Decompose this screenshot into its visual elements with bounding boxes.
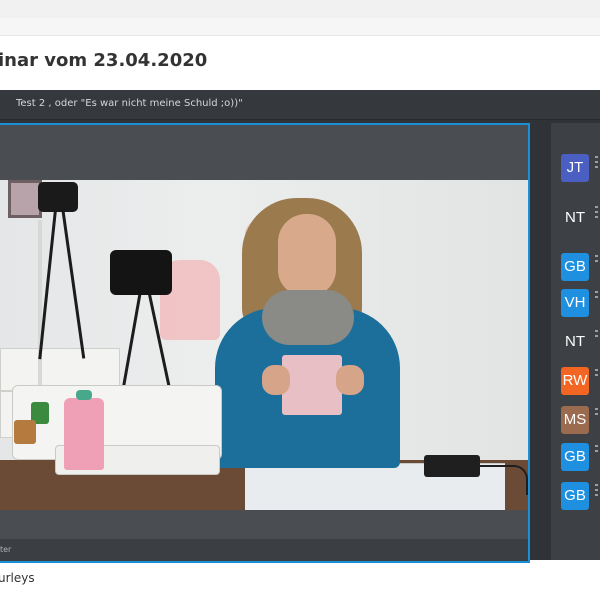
scene-presenter-face — [278, 214, 336, 296]
participant-details — [595, 408, 599, 426]
participant-list: JT NT GB VH NT RW MS GB GB — [551, 123, 600, 560]
participant-details — [595, 445, 599, 463]
participant-details — [595, 369, 599, 387]
participant-details — [595, 255, 599, 273]
participant-avatar[interactable]: GB — [561, 443, 589, 471]
page: inar vom 23.04.2020 Test 2 , oder "Es wa… — [0, 0, 600, 600]
participant-details — [595, 330, 599, 348]
participant-avatar[interactable]: NT — [561, 204, 589, 232]
participant-avatar[interactable]: VH — [561, 289, 589, 317]
browser-strip — [0, 0, 600, 18]
top-bar — [0, 18, 600, 36]
scene-thread-spool — [14, 420, 36, 444]
video-bottom-bar: ter — [0, 539, 528, 561]
participant-avatar[interactable]: RW — [561, 367, 589, 395]
video-stream[interactable] — [0, 180, 528, 510]
player-header: Test 2 , oder "Es war nicht meine Schuld… — [0, 90, 600, 120]
scene-cable — [480, 465, 528, 495]
footer-text: urleys — [0, 571, 35, 585]
video-bottom-label: ter — [0, 545, 12, 554]
session-title: Test 2 , oder "Es war nicht meine Schuld… — [16, 98, 243, 109]
scene-charger — [424, 455, 480, 477]
scene-picture — [8, 180, 42, 218]
participant-details — [595, 156, 599, 174]
participant-details — [595, 484, 599, 502]
participant-avatar[interactable]: GB — [561, 482, 589, 510]
participant-avatar[interactable]: JT — [561, 154, 589, 182]
scene-camera — [38, 182, 78, 212]
scene-fabric-sample — [282, 355, 342, 415]
scene-thread-cone — [64, 398, 104, 470]
scene-scarf — [262, 290, 354, 345]
scene-thread-cone-top — [76, 390, 92, 400]
participant-avatar[interactable]: MS — [561, 406, 589, 434]
participant-avatar[interactable]: NT — [561, 328, 589, 356]
scene-hand — [262, 365, 290, 395]
scene-camera — [110, 250, 172, 295]
participant-details — [595, 206, 599, 224]
page-title: inar vom 23.04.2020 — [0, 50, 208, 71]
video-frame[interactable]: ter — [0, 123, 530, 563]
scene-thread-stand — [38, 220, 42, 410]
webinar-player: Test 2 , oder "Es war nicht meine Schuld… — [0, 90, 600, 563]
participant-details — [595, 291, 599, 309]
participant-avatar[interactable]: GB — [561, 253, 589, 281]
scene-hand — [336, 365, 364, 395]
